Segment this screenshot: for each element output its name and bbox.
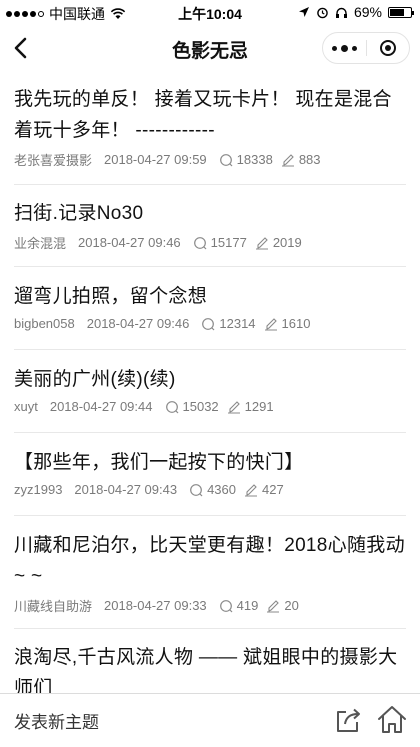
comment-bubble-icon: [193, 236, 207, 249]
post-time: 2018-04-27 09:33: [104, 598, 207, 613]
post-meta: 老张喜爱摄影 2018-04-27 09:59 18338 883: [14, 150, 406, 169]
close-miniprogram-button[interactable]: [367, 33, 410, 63]
headphones-icon: [335, 7, 347, 18]
reply-count: 883: [298, 152, 321, 167]
edit-pencil-icon: [281, 153, 294, 167]
list-item[interactable]: 遛弯儿拍照，留个念想 bigben058 2018-04-27 09:46 12…: [0, 281, 420, 331]
post-title: 我先玩的单反！ 接着又玩卡片！ 现在是混合着玩十多年！ ------------: [14, 89, 392, 141]
post-meta: xuyt 2018-04-27 09:44 15032 1291: [14, 399, 406, 414]
home-button[interactable]: [376, 704, 408, 736]
home-icon: [378, 706, 406, 733]
reply-count: 20: [284, 598, 299, 613]
divider: [14, 432, 406, 433]
list-item[interactable]: 川藏和尼泊尔，比天堂更有趣！2018心随我动~ ~ 川藏线自助游 2018-04…: [0, 530, 420, 615]
more-button[interactable]: [323, 33, 366, 63]
share-icon: [337, 708, 360, 732]
reply-count: 1291: [244, 399, 274, 414]
post-meta: bigben058 2018-04-27 09:46 12314 1610: [14, 316, 406, 331]
post-time: 2018-04-27 09:43: [74, 482, 178, 497]
post-time: 2018-04-27 09:44: [49, 399, 153, 414]
divider: [14, 184, 406, 185]
alarm-clock-icon: [317, 7, 328, 18]
edit-pencil-icon: [264, 317, 277, 331]
comment-bubble-icon: [202, 317, 215, 330]
nav-bar: 色影无忌: [0, 26, 420, 70]
divider: [14, 628, 406, 629]
divider: [14, 266, 406, 267]
comment-bubble-icon: [219, 599, 233, 612]
status-bar: 中国联通 上午10:04 69%: [0, 0, 420, 26]
comment-bubble-icon: [190, 483, 203, 496]
edit-pencil-icon: [245, 483, 257, 497]
post-title: 川藏和尼泊尔，比天堂更有趣！2018心随我动~ ~: [14, 535, 405, 587]
post-author: 川藏线自助游: [14, 599, 93, 614]
post-meta: zyz1993 2018-04-27 09:43 4360 427: [14, 482, 406, 497]
new-topic-button[interactable]: 发表新主题: [14, 708, 99, 733]
reply-count: 427: [262, 482, 284, 497]
comment-bubble-icon: [219, 153, 233, 166]
view-count: 12314: [219, 316, 256, 331]
location-arrow-icon: [298, 7, 309, 17]
bottom-bar: 发表新主题: [0, 693, 420, 747]
post-title: 【那些年，我们一起按下的快门】: [14, 452, 304, 473]
list-item[interactable]: 浪淘尽,千古风流人物 —— 斌姐眼中的摄影大师们: [0, 642, 420, 693]
post-list: 我先玩的单反！ 接着又玩卡片！ 现在是混合着玩十多年！ ------------…: [0, 70, 420, 693]
post-title: 遛弯儿拍照，留个念想: [14, 286, 208, 307]
post-title: 浪淘尽,千古风流人物 —— 斌姐眼中的摄影大师们: [14, 647, 398, 693]
battery-percent: 69%: [353, 4, 382, 20]
reply-count: 1610: [281, 316, 311, 331]
view-count: 15032: [182, 399, 219, 414]
target-icon: [379, 40, 396, 56]
divider: [14, 515, 406, 516]
divider: [14, 349, 406, 350]
view-count: 4360: [207, 482, 236, 497]
list-item[interactable]: 扫街.记录No30 业余混混 2018-04-27 09:46 15177 20…: [0, 198, 420, 252]
post-author: 老张喜爱摄影: [14, 153, 93, 168]
list-item[interactable]: 【那些年，我们一起按下的快门】 zyz1993 2018-04-27 09:43…: [0, 447, 420, 497]
share-button[interactable]: [334, 705, 364, 735]
view-count: 419: [236, 598, 259, 613]
edit-pencil-icon: [255, 236, 268, 250]
post-time: 2018-04-27 09:46: [86, 316, 190, 331]
reply-count: 2019: [272, 235, 302, 250]
status-right: 69%: [298, 4, 414, 20]
edit-pencil-icon: [267, 599, 280, 613]
post-title: 扫街.记录No30: [14, 203, 144, 224]
post-author: bigben058: [14, 316, 75, 331]
battery-icon: [388, 6, 414, 18]
mini-program-capsule: [322, 32, 410, 64]
post-author: xuyt: [14, 399, 38, 414]
post-meta: 业余混混 2018-04-27 09:46 15177 2019: [14, 233, 406, 252]
post-meta: 川藏线自助游 2018-04-27 09:33 419 20: [14, 596, 406, 615]
edit-pencil-icon: [227, 400, 240, 414]
view-count: 15177: [210, 235, 247, 250]
post-title: 美丽的广州(续)(续): [14, 369, 176, 390]
post-time: 2018-04-27 09:46: [78, 235, 181, 250]
post-author: zyz1993: [14, 482, 63, 497]
list-item[interactable]: 我先玩的单反！ 接着又玩卡片！ 现在是混合着玩十多年！ ------------…: [0, 84, 420, 169]
post-time: 2018-04-27 09:59: [104, 152, 207, 167]
view-count: 18338: [236, 152, 273, 167]
list-item[interactable]: 美丽的广州(续)(续) xuyt 2018-04-27 09:44 15032 …: [0, 364, 420, 414]
comment-bubble-icon: [165, 400, 178, 413]
post-author: 业余混混: [14, 236, 67, 251]
